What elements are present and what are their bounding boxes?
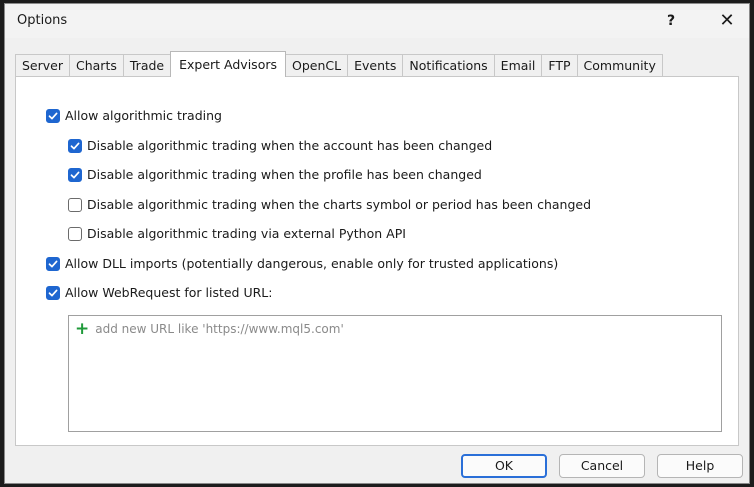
window-title: Options [17,13,68,28]
disable-python-api-label: Disable algorithmic trading via external… [87,226,406,241]
disable-on-symbol-change-label: Disable algorithmic trading when the cha… [87,197,592,212]
disable-python-api-checkbox[interactable] [68,226,82,241]
disable-python-api-option[interactable]: Disable algorithmic trading via external… [68,226,406,241]
plus-icon: + [75,319,90,339]
allow-algo-trading-option[interactable]: Allow algorithmic trading [46,108,222,123]
allow-dll-imports-label: Allow DLL imports (potentially dangerous… [65,256,559,271]
allow-webrequest-label: Allow WebRequest for listed URL: [65,285,273,300]
url-list[interactable]: + add new URL like 'https://www.mql5.com… [68,315,722,432]
allow-dll-imports-option[interactable]: Allow DLL imports (potentially dangerous… [46,256,558,271]
tab-expert-advisors[interactable]: Expert Advisors [170,51,286,77]
disable-on-profile-change-option[interactable]: Disable algorithmic trading when the pro… [68,167,482,182]
disable-on-profile-change-checkbox[interactable] [68,167,82,182]
tab-notifications[interactable]: Notifications [402,54,495,76]
tab-server[interactable]: Server [15,54,70,76]
tab-strip: Server Charts Trade Expert Advisors Open… [15,50,663,77]
close-icon[interactable]: ✕ [707,8,747,34]
help-button[interactable]: Help [657,454,743,478]
add-url-row[interactable]: + add new URL like 'https://www.mql5.com… [75,319,344,339]
options-dialog: Options ? ✕ Server Charts Trade Expert A… [4,3,750,484]
help-icon[interactable]: ? [651,8,691,34]
checkmark-icon [48,260,58,267]
add-url-placeholder: add new URL like 'https://www.mql5.com' [95,322,344,336]
checkmark-icon [70,142,80,149]
allow-webrequest-option[interactable]: Allow WebRequest for listed URL: [46,285,272,300]
disable-on-account-change-option[interactable]: Disable algorithmic trading when the acc… [68,138,492,153]
tab-charts[interactable]: Charts [69,54,124,76]
tab-opencl[interactable]: OpenCL [285,54,349,76]
cancel-button[interactable]: Cancel [559,454,645,478]
allow-algo-trading-label: Allow algorithmic trading [65,108,222,123]
ok-button[interactable]: OK [461,454,547,478]
tab-ftp[interactable]: FTP [541,54,578,76]
allow-dll-imports-checkbox[interactable] [46,256,60,271]
tab-trade[interactable]: Trade [122,54,172,76]
checkmark-icon [48,289,58,296]
checkmark-icon [48,112,58,119]
allow-algo-trading-checkbox[interactable] [46,108,60,123]
disable-on-profile-change-label: Disable algorithmic trading when the pro… [87,167,482,182]
disable-on-symbol-change-option[interactable]: Disable algorithmic trading when the cha… [68,197,591,212]
expert-advisors-panel: Allow algorithmic trading Disable algori… [15,76,739,446]
tab-community[interactable]: Community [576,54,663,76]
tab-email[interactable]: Email [493,54,543,76]
checkmark-icon [70,171,80,178]
tab-events[interactable]: Events [347,54,404,76]
disable-on-account-change-checkbox[interactable] [68,138,82,153]
disable-on-account-change-label: Disable algorithmic trading when the acc… [87,138,493,153]
title-bar: Options ? ✕ [5,4,749,38]
allow-webrequest-checkbox[interactable] [46,285,60,300]
disable-on-symbol-change-checkbox[interactable] [68,197,82,212]
